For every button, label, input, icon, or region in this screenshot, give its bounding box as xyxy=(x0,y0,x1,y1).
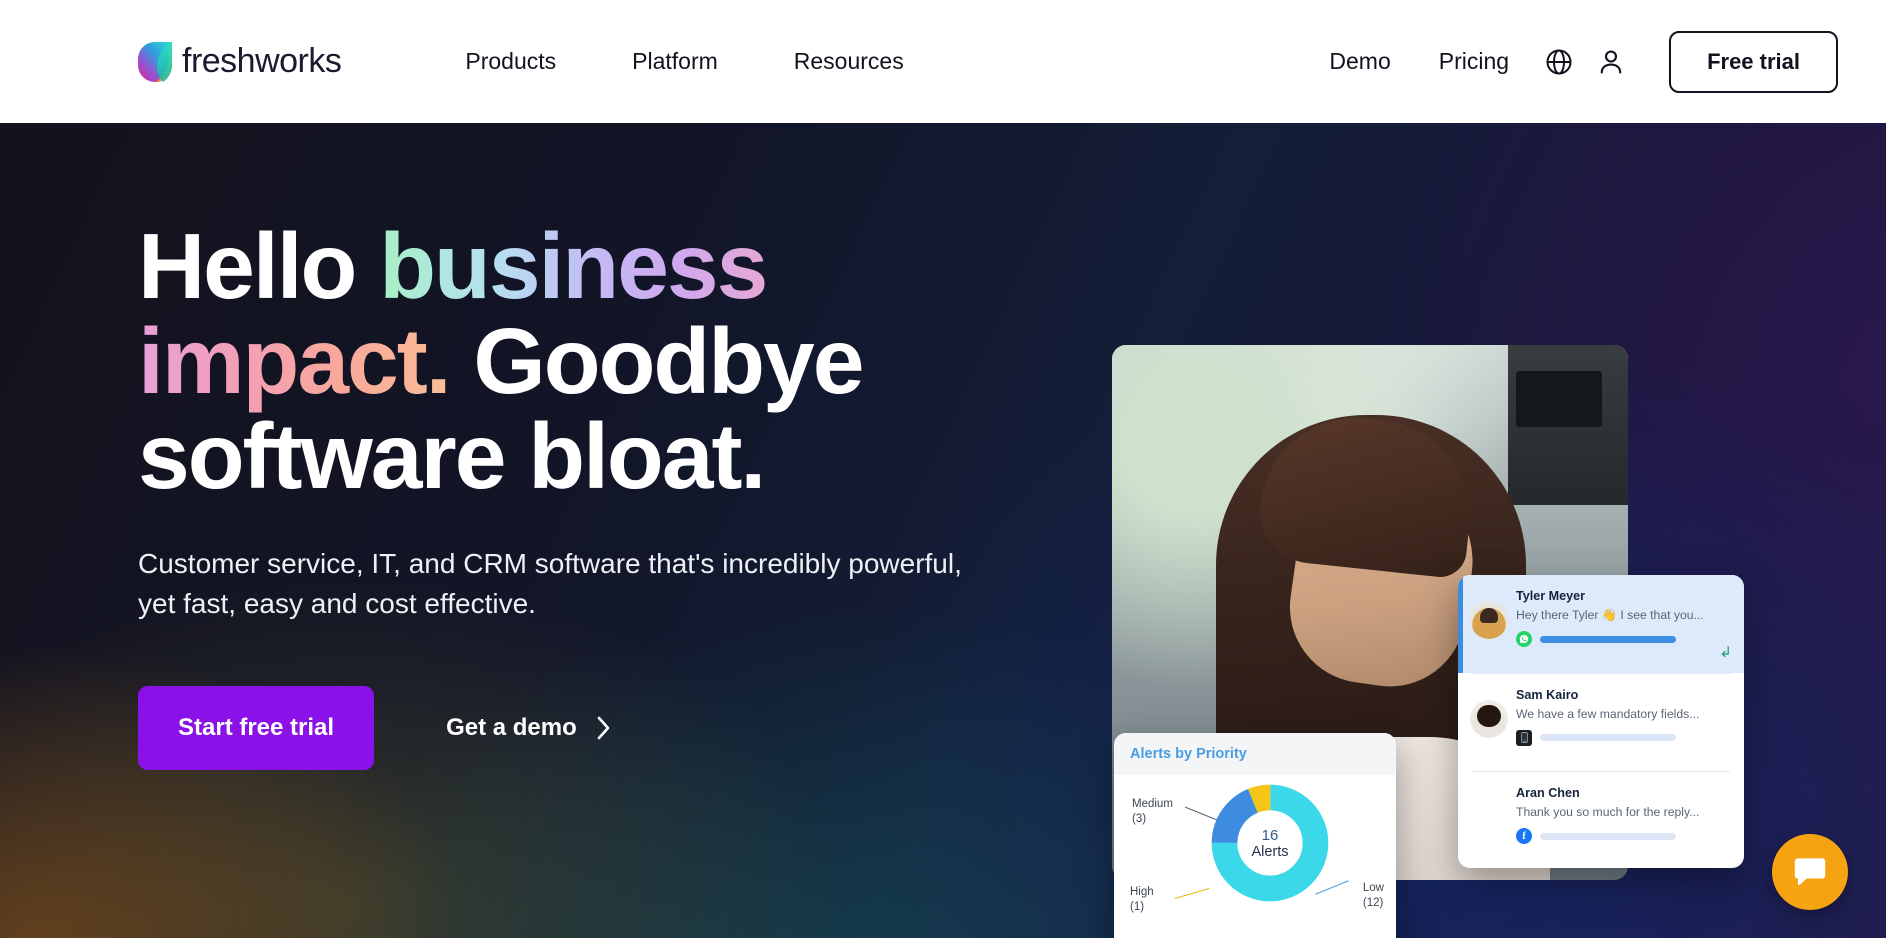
hero-cta-row: Start free trial Get a demo xyxy=(138,686,968,771)
message-preview: Thank you so much for the reply... xyxy=(1516,805,1700,820)
donut-center-label: 16 Alerts xyxy=(1210,783,1330,903)
freshworks-droplet-logo xyxy=(138,41,172,82)
hero-section: Hello business impact. Goodbye software … xyxy=(0,123,1886,938)
message-channel-row xyxy=(1516,631,1728,647)
globe-icon[interactable] xyxy=(1533,36,1585,88)
message-sender-name: Sam Kairo xyxy=(1516,687,1579,702)
nav-item-platform[interactable]: Platform xyxy=(594,48,756,75)
get-a-demo-button[interactable]: Get a demo xyxy=(446,714,610,742)
primary-nav: Products Platform Resources xyxy=(427,48,941,75)
chart-label-low-name: Low xyxy=(1362,882,1384,894)
chart-label-high-name: High xyxy=(1130,886,1154,898)
chart-label-low-value: (12) xyxy=(1362,897,1384,910)
headline-line-1: Hello xyxy=(138,214,380,318)
donut-total-value: 16 xyxy=(1261,826,1279,844)
nav-item-resources[interactable]: Resources xyxy=(756,48,942,75)
whatsapp-icon xyxy=(1516,631,1532,647)
headline-gradient-business: business xyxy=(379,214,768,318)
chart-body: 16 Alerts Medium (3) High (1) Low (12) xyxy=(1114,775,1396,938)
messages-panel: Tyler Meyer Hey there Tyler 👋 I see that… xyxy=(1458,575,1744,868)
person-icon[interactable] xyxy=(1585,36,1637,88)
chevron-right-icon xyxy=(597,716,610,740)
donut-chart: 16 Alerts xyxy=(1210,783,1330,903)
list-item[interactable]: Tyler Meyer Hey there Tyler 👋 I see that… xyxy=(1458,575,1744,673)
chart-label-low: Low (12) xyxy=(1363,881,1384,911)
message-preview: We have a few mandatory fields... xyxy=(1516,706,1700,721)
headline-gradient-impact: impact. xyxy=(138,308,452,413)
chart-label-medium-value: (3) xyxy=(1132,813,1147,826)
secondary-nav: Demo Pricing Free trial xyxy=(1305,30,1838,93)
message-sender-name: Tyler Meyer xyxy=(1516,589,1586,603)
hero-visual: Tyler Meyer Hey there Tyler 👋 I see that… xyxy=(1112,345,1852,938)
message-preview: Hey there Tyler 👋 I see that you... xyxy=(1516,608,1704,622)
reply-arrow-icon[interactable]: ↲ xyxy=(1719,643,1732,661)
donut-total-label: Alerts xyxy=(1251,843,1289,860)
chart-label-high: High (1) xyxy=(1130,885,1154,915)
chart-leader-line-high xyxy=(1174,888,1210,899)
message-sender-name: Aran Chen xyxy=(1516,786,1580,801)
chart-label-high-value: (1) xyxy=(1130,901,1145,914)
nav-item-pricing[interactable]: Pricing xyxy=(1415,48,1533,75)
list-item[interactable]: Sam Kairo We have a few mandatory fields… xyxy=(1458,674,1744,772)
chat-bubble-icon[interactable] xyxy=(1772,834,1848,910)
chart-label-medium: Medium (3) xyxy=(1132,797,1173,827)
avatar xyxy=(1470,699,1508,738)
message-channel-row xyxy=(1516,729,1728,746)
nav-item-demo[interactable]: Demo xyxy=(1305,48,1414,75)
hero-copy: Hello business impact. Goodbye software … xyxy=(138,219,968,771)
nav-item-products[interactable]: Products xyxy=(427,48,594,75)
brand-logo[interactable]: freshworks xyxy=(138,41,342,82)
message-progress-bar xyxy=(1540,635,1676,643)
chart-header: Alerts by Priority xyxy=(1114,733,1396,775)
message-progress-bar xyxy=(1540,832,1676,840)
headline-line-3: software bloat. xyxy=(138,403,766,508)
avatar xyxy=(1470,601,1508,639)
get-a-demo-label: Get a demo xyxy=(446,714,577,742)
photo-monitor xyxy=(1516,371,1602,427)
free-trial-button[interactable]: Free trial xyxy=(1669,30,1838,93)
alerts-by-priority-card: Alerts by Priority 16 Alerts Medium (3) … xyxy=(1114,733,1396,938)
page-title: Hello business impact. Goodbye software … xyxy=(138,219,968,504)
message-channel-row: f xyxy=(1516,828,1728,845)
brand-wordmark: freshworks xyxy=(182,42,342,80)
phone-icon xyxy=(1516,729,1532,746)
facebook-icon: f xyxy=(1516,828,1532,845)
headline-line-2: Goodbye xyxy=(449,308,864,413)
list-item[interactable]: Aran Chen Thank you so much for the repl… xyxy=(1458,772,1744,868)
message-progress-bar xyxy=(1540,734,1676,742)
start-free-trial-button[interactable]: Start free trial xyxy=(138,686,375,771)
hero-subheadline: Customer service, IT, and CRM software t… xyxy=(138,547,962,619)
chart-label-medium-name: Medium xyxy=(1132,798,1173,810)
chart-title: Alerts by Priority xyxy=(1130,746,1247,762)
site-header: freshworks Products Platform Resources D… xyxy=(0,0,1886,123)
